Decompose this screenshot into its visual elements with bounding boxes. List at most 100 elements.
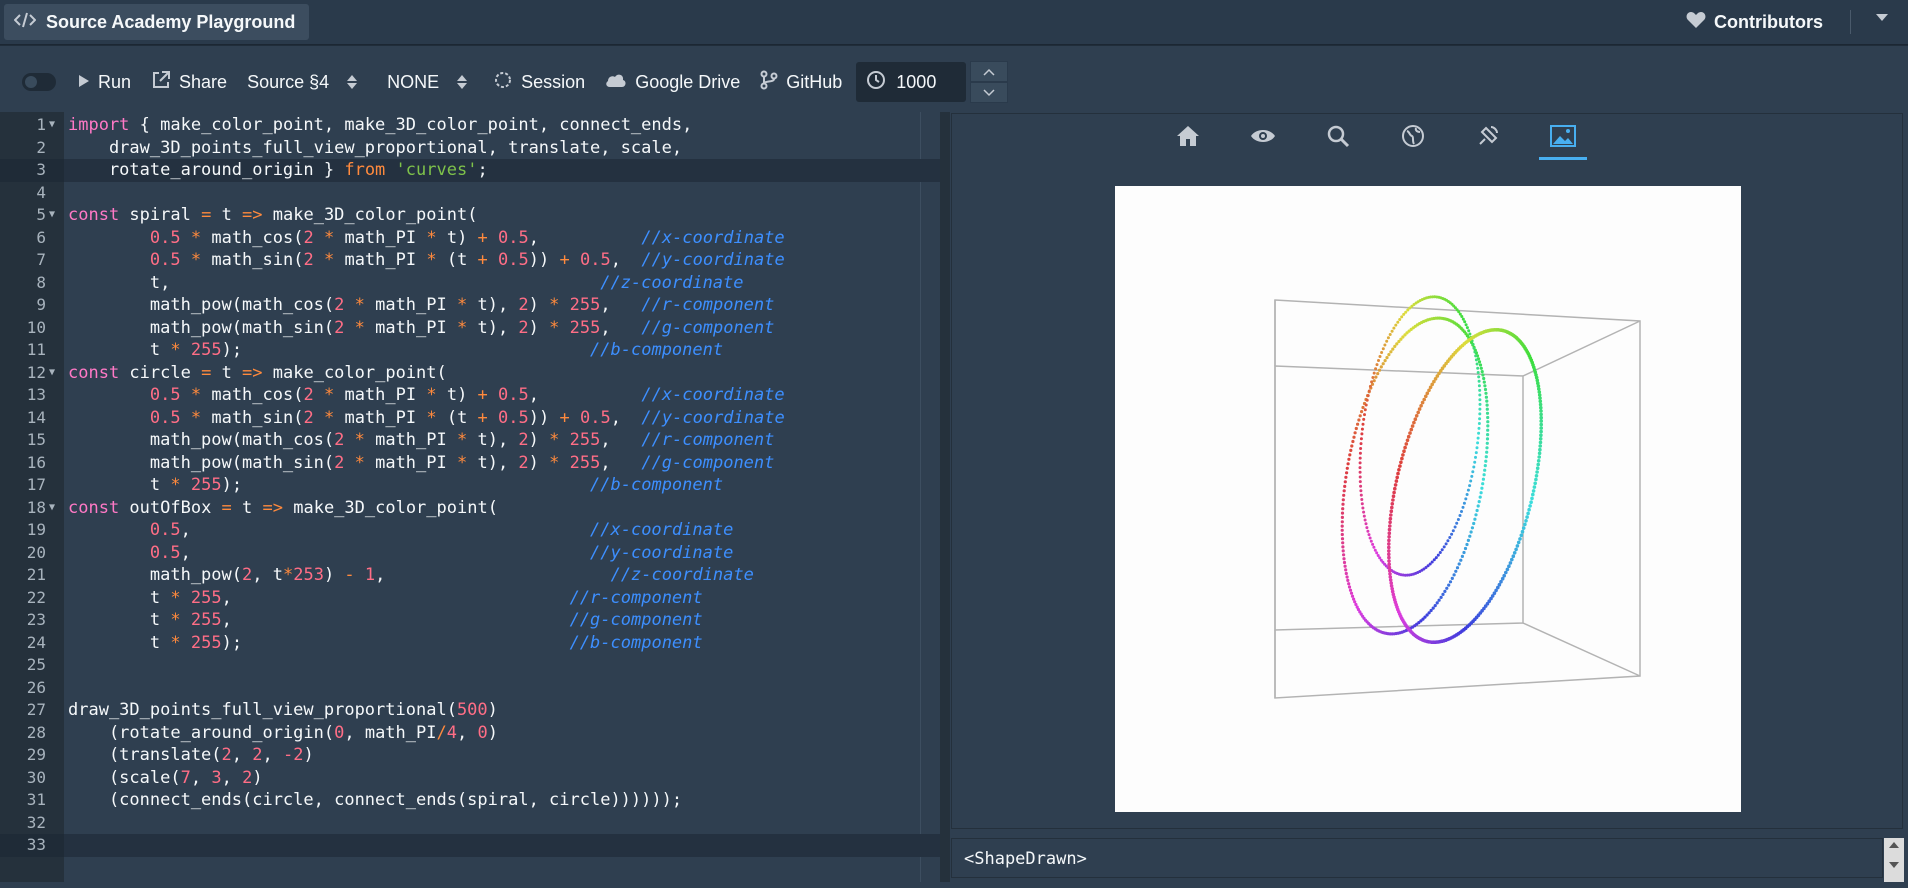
search-icon: [1326, 124, 1350, 153]
chevron-down-icon[interactable]: [970, 82, 1009, 103]
google-drive-button[interactable]: Google Drive: [595, 62, 750, 102]
code-line[interactable]: 11 t * 255); //b-component: [0, 339, 940, 362]
home-icon: [1175, 124, 1201, 153]
language-select[interactable]: Source §4: [237, 62, 367, 102]
run-label: Run: [98, 71, 132, 92]
code-line[interactable]: 10 math_pow(math_sin(2 * math_PI * t), 2…: [0, 317, 940, 340]
timeout-value[interactable]: 1000: [896, 72, 956, 93]
code-line[interactable]: 14 0.5 * math_sin(2 * math_PI * (t + 0.5…: [0, 407, 940, 430]
chevron-up-icon[interactable]: [970, 61, 1009, 82]
code-text: (connect_ends(circle, connect_ends(spira…: [68, 790, 683, 810]
tab-search[interactable]: [1314, 120, 1362, 156]
code-line[interactable]: 32: [0, 812, 940, 835]
repl-output: <ShapeDrawn>: [951, 838, 1883, 878]
editor-scrollbar[interactable]: [940, 112, 950, 882]
share-button[interactable]: Share: [141, 62, 237, 102]
code-line[interactable]: 7 0.5 * math_sin(2 * math_PI * (t + 0.5)…: [0, 249, 940, 272]
code-line[interactable]: 16 math_pow(math_sin(2 * math_PI * t), 2…: [0, 452, 940, 475]
variant-select[interactable]: NONE: [377, 62, 477, 102]
execution-time-input[interactable]: 1000: [856, 62, 967, 102]
code-text: 0.5, //y-coordinate: [149, 542, 734, 563]
code-line[interactable]: 5 ▼ const spiral = t => make_3D_color_poin…: [0, 204, 940, 227]
curve-canvas: [1115, 186, 1741, 812]
code-text: const outOfBox = t => make_3D_color_poin…: [68, 497, 498, 518]
console-output-text: <ShapeDrawn>: [964, 849, 1087, 869]
tab-globe[interactable]: [1389, 120, 1437, 156]
line-number: 28: [26, 722, 46, 742]
fold-arrow-icon[interactable]: ▼: [49, 114, 55, 137]
autorun-toggle[interactable]: [22, 73, 56, 91]
code-line[interactable]: 29 (translate(2, 2, -2): [0, 744, 940, 767]
code-line[interactable]: 22 t * 255, //r-component: [0, 587, 940, 610]
code-line[interactable]: 30 (scale(7, 3, 2): [0, 767, 940, 790]
play-icon: [78, 72, 90, 93]
chevron-down-icon[interactable]: [1876, 14, 1888, 21]
line-number: 4: [36, 182, 46, 202]
code-text: math_pow(math_sin(2 * math_PI * t), 2) *…: [68, 317, 775, 338]
console-scrollbar[interactable]: [1884, 838, 1904, 882]
code-line[interactable]: 24 t * 255); //b-component: [0, 632, 940, 655]
tab-eye[interactable]: [1239, 120, 1287, 156]
code-line[interactable]: 8 t, //z-coordinate: [0, 272, 940, 295]
fold-arrow-icon[interactable]: ▼: [49, 497, 55, 520]
code-line[interactable]: 1 ▼ import { make_color_point, make_3D_col…: [0, 114, 940, 137]
eye-icon: [1250, 127, 1276, 150]
image-icon: [1550, 124, 1576, 152]
code-line[interactable]: 27 draw_3D_points_full_view_proportional(…: [0, 699, 940, 722]
side-content-panel: [951, 113, 1903, 829]
code-line[interactable]: 21 math_pow(2, t*253) - 1, //z-coordinat…: [0, 564, 940, 587]
code-line[interactable]: 26: [0, 677, 940, 700]
curve-points: [1358, 295, 1482, 577]
code-line[interactable]: 25: [0, 654, 940, 677]
timeout-stepper[interactable]: [970, 61, 1009, 103]
code-line[interactable]: 3 rotate_around_origin } from 'curves';: [36, 159, 940, 182]
heart-icon: [1686, 11, 1706, 34]
line-number: 32: [26, 812, 46, 832]
refresh-icon: [493, 70, 513, 95]
code-text: t * 255); //b-component: [68, 475, 724, 495]
code-line[interactable]: 13 0.5 * math_cos(2 * math_PI * t) + 0.5…: [0, 384, 940, 407]
code-line[interactable]: 6 0.5 * math_cos(2 * math_PI * t) + 0.5,…: [0, 227, 940, 250]
line-number: 9: [36, 295, 46, 314]
code-line[interactable]: 12 ▼ const circle = t => make_color_point(: [0, 362, 940, 385]
code-text: 0.5 * math_sin(2 * math_PI * (t + 0.5)) …: [149, 250, 785, 270]
share-label: Share: [179, 71, 228, 92]
line-number: 6: [36, 227, 46, 247]
tab-home[interactable]: [1164, 120, 1212, 156]
code-line[interactable]: 19 0.5, //x-coordinate: [0, 519, 940, 542]
clock-icon: [866, 70, 886, 95]
code-editor[interactable]: 1 ▼ import { make_color_point, make_3D_col…: [0, 112, 940, 882]
code-icon: [13, 11, 37, 34]
code-line[interactable]: 23 t * 255, //g-component: [0, 609, 940, 632]
code-line[interactable]: 17 t * 255); //b-component: [0, 474, 940, 497]
line-number: 10: [26, 317, 46, 337]
code-line[interactable]: 4: [0, 182, 940, 205]
code-text: (rotate_around_origin(0, math_PI/4, 0): [68, 722, 498, 743]
code-line[interactable]: 18 ▼ const outOfBox = t => make_3D_color_p…: [0, 497, 940, 520]
contributors-button[interactable]: Contributors: [1686, 10, 1823, 34]
line-number: 26: [26, 677, 46, 697]
tab-image[interactable]: [1539, 120, 1587, 160]
github-button[interactable]: GitHub: [750, 62, 852, 102]
code-line[interactable]: 2 draw_3D_points_full_view_proportional,…: [0, 137, 940, 160]
fold-arrow-icon[interactable]: ▼: [49, 204, 55, 227]
run-button[interactable]: Run: [68, 62, 141, 102]
line-number: 30: [26, 767, 46, 787]
playground-title-button[interactable]: Source Academy Playground: [4, 4, 310, 40]
code-text: math_pow(2, t*253) - 1, //z-coordinate: [68, 565, 754, 585]
fold-arrow-icon[interactable]: ▼: [49, 362, 55, 385]
line-number: 2: [36, 137, 46, 157]
tab-satellite[interactable]: [1464, 120, 1512, 156]
code-line[interactable]: 28 (rotate_around_origin(0, math_PI/4, 0…: [0, 722, 940, 745]
code-line[interactable]: 31 (connect_ends(circle, connect_ends(sp…: [0, 789, 940, 812]
globe-icon: [1401, 124, 1425, 153]
code-line[interactable]: 33: [27, 834, 940, 857]
code-line[interactable]: 9 math_pow(math_cos(2 * math_PI * t), 2)…: [0, 294, 940, 317]
session-button[interactable]: Session: [483, 62, 595, 102]
line-number: 1: [36, 115, 46, 134]
code-line[interactable]: 20 0.5, //y-coordinate: [0, 542, 940, 565]
code-text: (scale(7, 3, 2): [68, 767, 263, 788]
code-text: 0.5 * math_cos(2 * math_PI * t) + 0.5, /…: [149, 227, 785, 248]
code-text: const circle = t => make_color_point(: [68, 362, 447, 383]
code-line[interactable]: 15 math_pow(math_cos(2 * math_PI * t), 2…: [0, 429, 940, 452]
